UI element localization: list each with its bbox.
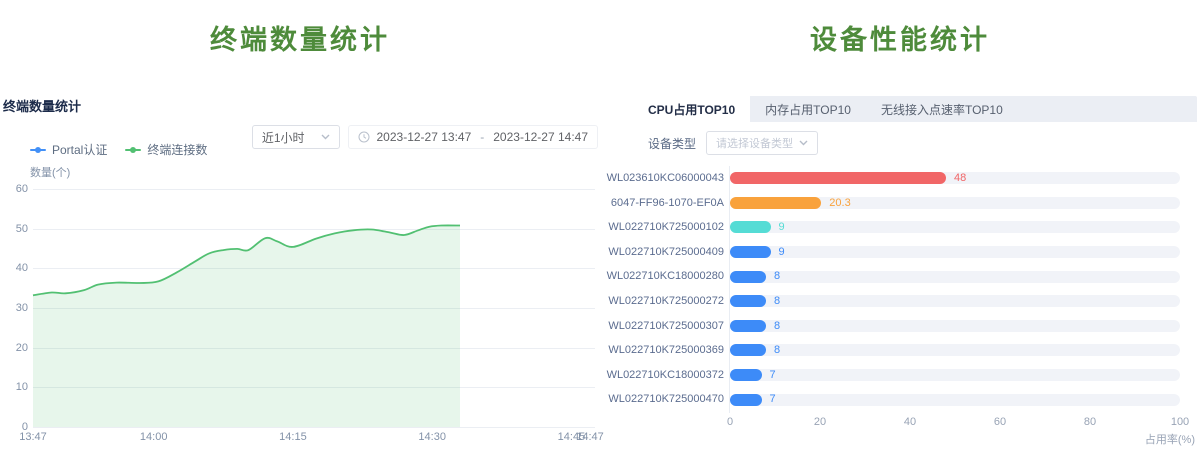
bar-row: WL022710K725000102 9: [600, 215, 1200, 240]
bar-value-label: 7: [770, 363, 776, 388]
dashboard: 终端数量统计 终端数量统计 近1小时 2023-12-27 13:47 - 20…: [0, 0, 1200, 456]
bar-value-label: 8: [774, 314, 780, 339]
bar-fill[interactable]: [730, 172, 946, 184]
bar-value-label: 9: [779, 240, 785, 265]
bar-category-label: WL022710K725000470: [600, 387, 724, 412]
bar-category-label: WL022710KC18000372: [600, 363, 724, 388]
bar-x-tick: 20: [814, 416, 826, 428]
bar-row: WL022710K725000369 8: [600, 338, 1200, 363]
bar-row: 6047-FF96-1070-EF0A 20.3: [600, 191, 1200, 216]
bar-fill[interactable]: [730, 394, 762, 406]
bar-fill[interactable]: [730, 320, 766, 332]
bar-row: WL022710KC18000372 7: [600, 363, 1200, 388]
bar-fill[interactable]: [730, 221, 771, 233]
bar-track: [730, 221, 1180, 233]
bar-category-label: 6047-FF96-1070-EF0A: [600, 191, 724, 216]
bar-fill[interactable]: [730, 344, 766, 356]
terminal-series-plot: [0, 0, 600, 456]
bar-fill[interactable]: [730, 271, 766, 283]
bar-row: WL022710KC18000280 8: [600, 264, 1200, 289]
bar-track: [730, 271, 1180, 283]
bar-value-label: 9: [779, 215, 785, 240]
bar-category-label: WL022710K725000369: [600, 338, 724, 363]
terminal-stats-panel: 终端数量统计 终端数量统计 近1小时 2023-12-27 13:47 - 20…: [0, 0, 600, 456]
bar-x-tick: 60: [994, 416, 1006, 428]
bar-category-label: WL023610KC06000043: [600, 166, 724, 191]
bar-value-label: 8: [774, 289, 780, 314]
x-axis-name: 占用率(%): [1145, 431, 1195, 447]
bar-track: [730, 246, 1180, 258]
bar-row: WL022710K725000470 7: [600, 387, 1200, 412]
device-performance-panel: 设备性能统计 CPU占用TOP10内存占用TOP10无线接入点速率TOP10 设…: [600, 0, 1200, 456]
bar-fill[interactable]: [730, 246, 771, 258]
bar-category-label: WL022710KC18000280: [600, 264, 724, 289]
bar-value-label: 20.3: [829, 191, 850, 216]
bar-fill[interactable]: [730, 369, 762, 381]
bar-x-tick: 0: [727, 416, 733, 428]
bar-track: [730, 320, 1180, 332]
bar-row: WL022710K725000409 9: [600, 240, 1200, 265]
bar-track: [730, 369, 1180, 381]
bar-category-label: WL022710K725000307: [600, 314, 724, 339]
bar-row: WL022710K725000307 8: [600, 314, 1200, 339]
bar-value-label: 8: [774, 264, 780, 289]
bar-x-tick: 40: [904, 416, 916, 428]
area-fill: [33, 225, 460, 427]
bar-track: [730, 344, 1180, 356]
bar-category-label: WL022710K725000102: [600, 215, 724, 240]
bar-row: WL022710K725000272 8: [600, 289, 1200, 314]
bar-value-label: 48: [954, 166, 966, 191]
bar-fill[interactable]: [730, 295, 766, 307]
bar-row: WL023610KC06000043 48: [600, 166, 1200, 191]
terminal-line-chart: 010203040506013:4714:0014:1514:3014:4514…: [0, 0, 600, 456]
bar-track: [730, 295, 1180, 307]
bar-track: [730, 394, 1180, 406]
bar-category-label: WL022710K725000272: [600, 289, 724, 314]
bar-category-label: WL022710K725000409: [600, 240, 724, 265]
bar-value-label: 8: [774, 338, 780, 363]
bar-value-label: 7: [770, 387, 776, 412]
bar-x-tick: 80: [1084, 416, 1096, 428]
bar-fill[interactable]: [730, 197, 821, 209]
bar-x-tick: 100: [1171, 416, 1189, 428]
cpu-top10-bar-chart: WL023610KC06000043 48 6047-FF96-1070-EF0A 2…: [600, 0, 1200, 456]
